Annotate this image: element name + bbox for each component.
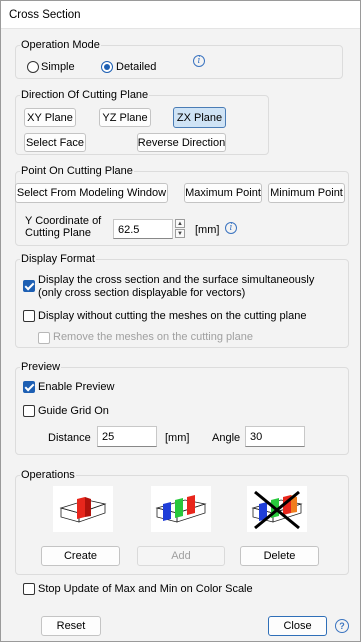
ycoord-label-line1: Y Coordinate of [25,215,102,227]
operations-title: Operations [20,469,76,481]
guide-grid-checkbox[interactable] [23,405,35,417]
preview-title: Preview [20,361,62,373]
ycoord-unit: [mm] [195,224,220,236]
angle-label: Angle [212,432,241,444]
display-without-cutting-checkbox[interactable] [23,310,35,322]
ycoord-info-icon[interactable]: i [225,222,237,234]
detailed-radio-label[interactable]: Detailed [116,61,156,73]
distance-label: Distance [48,432,91,444]
delete-button[interactable]: Delete [240,546,319,566]
maximum-point-button[interactable]: Maximum Point [184,183,262,203]
ycoord-spin-down[interactable]: ▼ [175,229,185,238]
zx-plane-button[interactable]: ZX Plane [173,107,226,128]
add-operation-image [151,486,211,532]
close-button[interactable]: Close [268,616,327,636]
remove-meshes-checkbox[interactable] [38,332,50,344]
distance-input[interactable]: 25 [97,426,157,447]
distance-unit: [mm] [165,432,190,444]
display-format-title: Display Format [20,253,96,265]
ycoord-spin-up[interactable]: ▲ [175,219,185,228]
red-plane-icon [77,497,85,519]
title-bar: Cross Section [1,1,360,29]
select-from-window-button[interactable]: Select From Modeling Window [15,183,168,203]
angle-input[interactable]: 30 [245,426,305,447]
simple-radio-label[interactable]: Simple [41,61,75,73]
xy-plane-button[interactable]: XY Plane [24,108,76,127]
info-icon[interactable]: i [193,55,205,67]
cross-section-dialog: Cross Section Operation Mode Simple Deta… [0,0,361,642]
guide-grid-label[interactable]: Guide Grid On [38,405,109,417]
yz-plane-button[interactable]: YZ Plane [99,108,151,127]
reset-button[interactable]: Reset [41,616,101,636]
enable-preview-checkbox[interactable] [23,381,35,393]
minimum-point-button[interactable]: Minimum Point [268,183,345,203]
remove-meshes-label: Remove the meshes on the cutting plane [53,331,253,343]
create-operation-image [53,486,113,532]
point-title: Point On Cutting Plane [20,165,134,177]
ycoord-input[interactable]: 62.5 [113,219,173,239]
red-plane-icon-2 [187,495,195,515]
detailed-radio[interactable] [101,61,113,73]
direction-title: Direction Of Cutting Plane [20,89,150,101]
green-plane-icon [175,498,183,518]
reverse-direction-button[interactable]: Reverse Direction [137,133,226,152]
blue-plane-icon [163,502,171,521]
display-simultaneous-label-line1[interactable]: Display the cross section and the surfac… [38,274,314,286]
delete-operation-image [247,486,307,532]
stop-update-checkbox[interactable] [23,583,35,595]
display-without-cutting-label[interactable]: Display without cutting the meshes on th… [38,310,306,322]
simple-radio[interactable] [27,61,39,73]
create-button[interactable]: Create [41,546,120,566]
display-simultaneous-checkbox[interactable] [23,280,35,292]
window-title: Cross Section [9,9,81,21]
operation-mode-title: Operation Mode [20,39,101,51]
add-button[interactable]: Add [137,546,225,566]
display-simultaneous-label-line2[interactable]: (only cross section displayable for vect… [38,287,245,299]
stop-update-label[interactable]: Stop Update of Max and Min on Color Scal… [38,583,253,595]
enable-preview-label[interactable]: Enable Preview [38,381,114,393]
ycoord-label-line2: Cutting Plane [25,227,92,239]
help-icon[interactable]: ? [335,619,349,633]
select-face-button[interactable]: Select Face [24,133,86,152]
